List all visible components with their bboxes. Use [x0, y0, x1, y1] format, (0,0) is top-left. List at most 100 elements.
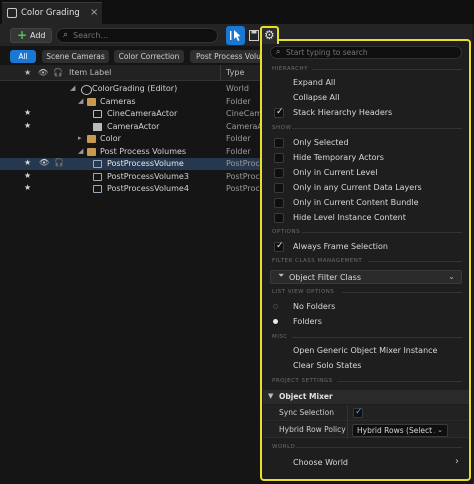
add-button[interactable]: + Add: [10, 28, 52, 43]
tree-row-world[interactable]: ◢ ColorGrading (Editor) World: [0, 83, 270, 95]
stack-hierarchy-headers-checkbox[interactable]: ✓: [274, 107, 284, 118]
menu-item-only-in-current-level[interactable]: Only in Current Level: [293, 168, 377, 177]
collapsed-arrow-icon[interactable]: ▸: [78, 134, 82, 142]
menu-item-open-generic-object-mixer[interactable]: Open Generic Object Mixer Instance: [293, 346, 437, 355]
row-label: CameraActor: [107, 121, 160, 131]
settings-button[interactable]: ⚙: [260, 26, 279, 44]
hide-temporary-actors-checkbox[interactable]: [274, 153, 284, 163]
favorite-star-icon[interactable]: ★: [24, 108, 31, 117]
tree-row-post-process-volumes[interactable]: ◢ Post Process Volumes Folder: [0, 146, 270, 158]
tree-row-post-process-volume[interactable]: ★ 👁 🎧 PostProcessVolume PostProc: [0, 158, 270, 171]
only-selected-checkbox[interactable]: [274, 138, 284, 148]
row-label: PostProcessVolume: [107, 159, 184, 168]
menu-search-box[interactable]: ⌕: [270, 46, 462, 59]
expand-arrow-icon[interactable]: ◢: [70, 84, 75, 92]
menu-item-only-in-content-bundle[interactable]: Only in Current Content Bundle: [293, 198, 419, 207]
object-mixer-category[interactable]: ▼ Object Mixer: [263, 390, 469, 404]
menu-search-input[interactable]: [286, 47, 456, 58]
visibility-eye-icon[interactable]: 👁: [39, 158, 49, 167]
menu-item-always-frame-selection[interactable]: Always Frame Selection: [293, 242, 388, 251]
section-list-view-options: LIST VIEW OPTIONS: [272, 289, 335, 295]
only-in-content-bundle-checkbox[interactable]: [274, 198, 284, 208]
always-frame-selection-checkbox[interactable]: ✓: [274, 241, 284, 252]
sync-selection-checkbox[interactable]: ✓: [353, 407, 363, 418]
tree-row-post-process-volume3[interactable]: ★ PostProcessVolume3 PostProc: [0, 171, 270, 183]
section-world: WORLD: [272, 444, 296, 450]
filter-chip-all[interactable]: All: [10, 50, 36, 63]
menu-item-expand-all[interactable]: Expand All: [293, 78, 335, 87]
menu-item-hide-temporary-actors[interactable]: Hide Temporary Actors: [293, 153, 384, 162]
menu-item-choose-world[interactable]: Choose World: [293, 458, 348, 467]
object-mixer-header: Object Mixer: [279, 392, 333, 401]
menu-item-stack-hierarchy-headers[interactable]: Stack Hierarchy Headers: [293, 108, 392, 117]
folder-icon: [87, 135, 96, 143]
solo-column-icon[interactable]: 🎧: [53, 68, 63, 77]
expand-arrow-icon[interactable]: ◢: [78, 147, 83, 155]
hybrid-row-policy-label: Hybrid Row Policy: [279, 425, 346, 434]
select-mode-button[interactable]: [226, 26, 245, 45]
folder-icon: [87, 147, 96, 156]
object-filter-class-combo[interactable]: ⏷ Object Filter Class ⌄: [270, 270, 462, 284]
section-options: OPTIONS: [272, 229, 301, 235]
type-header[interactable]: Type: [226, 68, 244, 77]
sync-selection-label: Sync Selection: [279, 408, 335, 417]
item-label-header[interactable]: Item Label: [69, 68, 111, 77]
favorite-column-icon[interactable]: ★: [24, 68, 31, 77]
favorite-star-icon[interactable]: ★: [24, 183, 31, 192]
section-misc: MISC: [272, 334, 288, 340]
chevron-down-icon: ⌄: [437, 426, 443, 434]
hybrid-row-policy-combo[interactable]: Hybrid Rows (Select Ac ⌄: [352, 424, 448, 437]
menu-item-clear-solo-states[interactable]: Clear Solo States: [293, 361, 361, 370]
section-project-settings: PROJECT SETTINGS: [272, 378, 333, 384]
tab-title: Color Grading: [21, 8, 80, 18]
row-label: Post Process Volumes: [100, 146, 187, 156]
column-header: ★ 👁 🎧 Item Label Type: [0, 65, 270, 81]
search-icon: ⌕: [63, 30, 69, 40]
property-splitter[interactable]: [347, 422, 348, 438]
favorite-star-icon[interactable]: ★: [24, 121, 31, 130]
property-splitter[interactable]: [347, 405, 348, 421]
section-show: SHOW: [272, 125, 292, 131]
solo-headphones-icon[interactable]: 🎧: [54, 158, 64, 167]
filter-chip-scene-cameras[interactable]: Scene Cameras: [42, 50, 109, 63]
search-icon: ⌕: [276, 47, 281, 56]
post-process-icon: [93, 172, 102, 181]
hide-level-instance-content-checkbox[interactable]: [274, 213, 284, 223]
divider: [296, 447, 462, 448]
only-in-data-layers-checkbox[interactable]: [274, 183, 284, 193]
divider: [312, 69, 462, 70]
expand-arrow-icon[interactable]: ◢: [78, 97, 83, 105]
tree-row-cine-camera[interactable]: ★ CineCameraActor CineCam: [0, 108, 270, 120]
favorite-star-icon[interactable]: ★: [24, 171, 31, 180]
search-box[interactable]: ⌕: [56, 28, 218, 43]
menu-item-folders[interactable]: Folders: [293, 317, 322, 326]
filter-chip-post-process-volume[interactable]: Post Process Volume: [190, 50, 264, 63]
visibility-column-icon[interactable]: 👁: [38, 68, 48, 77]
tree-row-cameras[interactable]: ◢ Cameras Folder: [0, 96, 270, 108]
menu-item-collapse-all[interactable]: Collapse All: [293, 93, 339, 102]
search-input[interactable]: [73, 29, 213, 42]
camera-icon: [93, 122, 102, 131]
menu-item-no-folders[interactable]: No Folders: [293, 302, 335, 311]
object-filter-class-label: Object Filter Class: [289, 273, 361, 282]
no-folders-radio[interactable]: [273, 304, 278, 309]
divider: [342, 292, 462, 293]
tree-row-post-process-volume4[interactable]: ★ PostProcessVolume4 PostProc: [0, 183, 270, 195]
only-in-current-level-checkbox[interactable]: [274, 168, 284, 178]
favorite-star-icon[interactable]: ★: [24, 158, 31, 167]
filter-chip-color-correction[interactable]: Color Correction: [114, 50, 184, 63]
row-label: PostProcessVolume3: [107, 171, 189, 181]
property-row-sync-selection: Sync Selection: [263, 405, 469, 421]
tree-row-color[interactable]: ▸ Color Folder: [0, 133, 270, 145]
save-icon[interactable]: [249, 30, 259, 41]
folders-radio[interactable]: [273, 319, 278, 324]
tree-row-camera-actor[interactable]: ★ CameraActor CameraA: [0, 121, 270, 133]
plus-icon: +: [17, 28, 28, 42]
menu-item-only-in-data-layers[interactable]: Only in any Current Data Layers: [293, 183, 422, 192]
column-divider[interactable]: [220, 65, 221, 81]
menu-item-hide-level-instance-content[interactable]: Hide Level Instance Content: [293, 213, 406, 222]
menu-item-only-selected[interactable]: Only Selected: [293, 138, 349, 147]
close-icon[interactable]: ×: [90, 7, 98, 18]
divider: [292, 337, 462, 338]
tab-color-grading[interactable]: Color Grading ×: [2, 2, 102, 24]
